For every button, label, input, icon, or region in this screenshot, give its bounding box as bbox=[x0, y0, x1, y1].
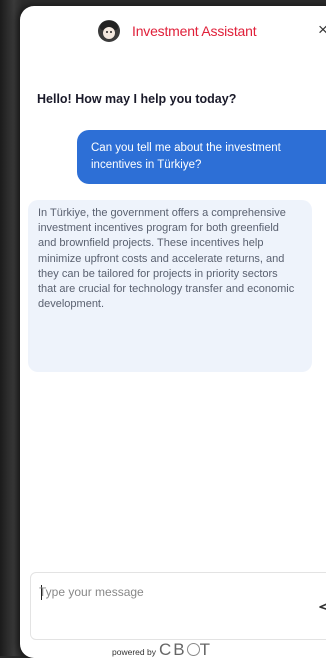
chat-header: Investment Assistant × bbox=[20, 6, 326, 56]
close-icon[interactable]: × bbox=[314, 21, 326, 39]
send-icon[interactable] bbox=[317, 597, 326, 619]
brand-logo: CB T bbox=[158, 640, 212, 658]
greeting-message: Hello! How may I help you today? bbox=[37, 92, 237, 106]
chat-title: Investment Assistant bbox=[132, 23, 257, 39]
user-message-bubble: Can you tell me about the investment inc… bbox=[77, 130, 326, 184]
brand-logo-circle bbox=[186, 643, 200, 656]
assistant-avatar-icon bbox=[98, 20, 120, 42]
chat-widget: Investment Assistant × Hello! How may I … bbox=[20, 6, 326, 658]
message-input[interactable] bbox=[39, 583, 289, 601]
powered-by: powered by CB T bbox=[112, 640, 212, 658]
message-composer bbox=[30, 572, 326, 640]
assistant-message-bubble: In Türkiye, the government offers a comp… bbox=[28, 200, 312, 372]
